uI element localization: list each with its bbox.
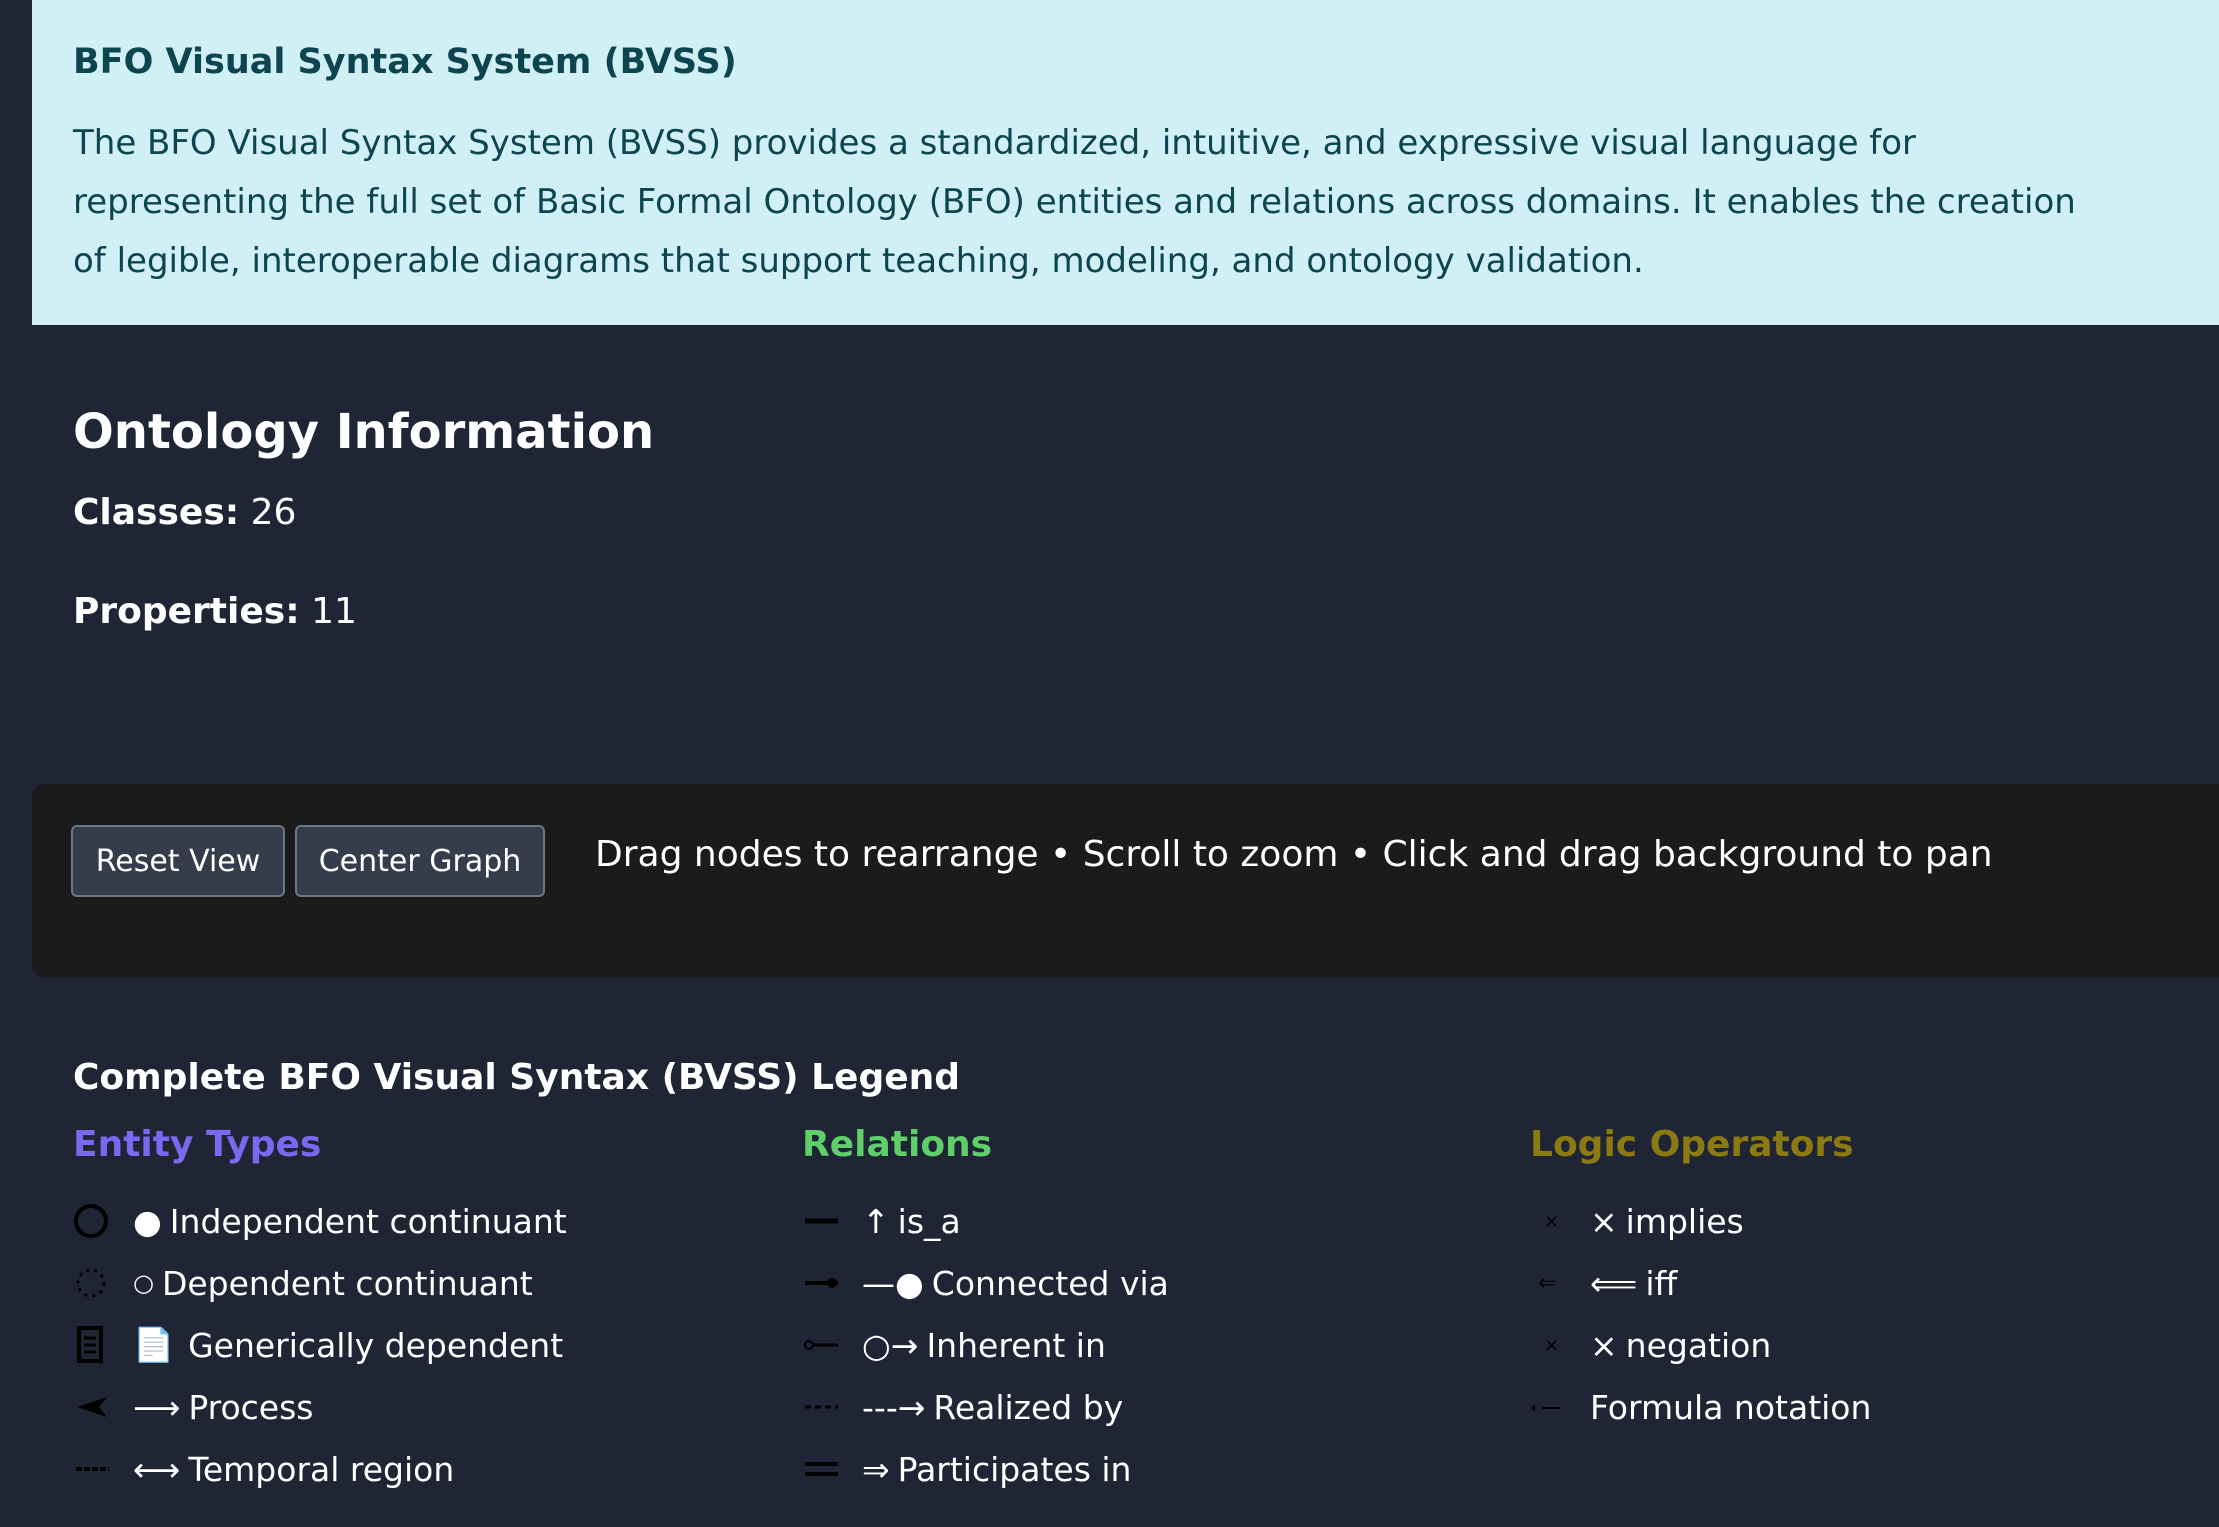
legend-label: negation — [1625, 1325, 1772, 1365]
circle-arrow-glyph: ○→ — [862, 1325, 919, 1365]
svg-text:×: × — [1544, 1211, 1559, 1232]
long-arrow-glyph: ⟶ — [133, 1387, 181, 1427]
bullet-glyph: ● — [133, 1201, 162, 1241]
info-banner: BFO Visual Syntax System (BVSS) The BFO … — [32, 0, 2219, 325]
left-double-arrow-glyph: ⟸ — [1590, 1263, 1638, 1303]
reset-view-button[interactable]: Reset View — [71, 825, 285, 897]
legend-item-dependent-continuant: ○ Dependent continuant — [73, 1261, 533, 1305]
arrowhead-icon — [73, 1387, 133, 1427]
svg-text:×: × — [1544, 1335, 1559, 1356]
legend-item-is-a: ↑ is_a — [802, 1199, 961, 1243]
legend-label: implies — [1625, 1201, 1744, 1241]
legend-label: Generically dependent — [188, 1325, 564, 1365]
legend-item-formula-notation: Formula notation — [1530, 1385, 1871, 1429]
line-dot-glyph: —● — [862, 1263, 924, 1303]
legend-item-iff: ⇐ ⟸ iff — [1530, 1261, 1677, 1305]
thick-line-icon — [802, 1201, 862, 1241]
ontology-info-title: Ontology Information — [73, 404, 655, 460]
graph-toolbar: Reset View Center Graph Drag nodes to re… — [32, 784, 2219, 977]
legend-label: Process — [188, 1387, 314, 1427]
info-title: BFO Visual Syntax System (BVSS) — [73, 42, 737, 82]
legend-label: Inherent in — [926, 1325, 1106, 1365]
legend-item-generically-dependent: 📄 Generically dependent — [73, 1323, 563, 1367]
double-arrow-glyph: ⟷ — [133, 1449, 181, 1489]
legend-label: Realized by — [933, 1387, 1124, 1427]
legend-label: Temporal region — [188, 1449, 455, 1489]
info-line: The BFO Visual Syntax System (BVSS) prov… — [73, 123, 1917, 163]
center-graph-button[interactable]: Center Graph — [295, 825, 545, 897]
implies-arrow-glyph: ⇒ — [862, 1449, 890, 1489]
legend-label: Formula notation — [1590, 1387, 1872, 1427]
dotted-circle-icon — [73, 1263, 133, 1303]
legend-item-inherent-in: ○→ Inherent in — [802, 1323, 1106, 1367]
info-description: The BFO Visual Syntax System (BVSS) prov… — [73, 114, 2219, 291]
classes-value: 26 — [250, 492, 297, 533]
up-arrow-glyph: ↑ — [862, 1201, 890, 1241]
legend-item-connected-via: —● Connected via — [802, 1261, 1169, 1305]
cross-icon: × — [1530, 1325, 1590, 1365]
cross-glyph: × — [1590, 1325, 1618, 1365]
legend-item-realized-by: ---→ Realized by — [802, 1385, 1123, 1429]
solid-circle-icon — [73, 1201, 133, 1241]
legend-label: Independent continuant — [169, 1201, 567, 1241]
legend-item-negation: × × negation — [1530, 1323, 1771, 1367]
legend-label: iff — [1645, 1263, 1678, 1303]
legend-item-process: ⟶ Process — [73, 1385, 314, 1429]
legend-label: Participates in — [897, 1449, 1132, 1489]
toolbar-hint: Drag nodes to rearrange • Scroll to zoom… — [595, 834, 1993, 875]
entity-types-title: Entity Types — [73, 1124, 322, 1165]
hollow-circle-glyph: ○ — [133, 1269, 154, 1297]
line-dot-icon — [802, 1263, 862, 1303]
legend-label: Dependent continuant — [161, 1263, 533, 1303]
relations-title: Relations — [802, 1124, 993, 1165]
classes-label: Classes: — [73, 492, 240, 533]
cross-glyph: × — [1590, 1201, 1618, 1241]
page-glyph: 📄 — [133, 1325, 175, 1364]
legend-item-temporal-region: ⟷ Temporal region — [73, 1447, 454, 1491]
logic-operators-title: Logic Operators — [1530, 1124, 1854, 1165]
info-line: representing the full set of Basic Forma… — [73, 182, 2076, 222]
formula-line-icon — [1530, 1387, 1590, 1427]
svg-text:⇐: ⇐ — [1538, 1271, 1556, 1296]
properties-label: Properties: — [73, 591, 300, 632]
legend-item-independent-continuant: ● Independent continuant — [73, 1199, 567, 1243]
classes-stat: Classes: 26 — [73, 492, 296, 533]
circle-line-icon — [802, 1325, 862, 1365]
legend-item-participates-in: ⇒ Participates in — [802, 1447, 1131, 1491]
properties-stat: Properties: 11 — [73, 591, 357, 632]
legend-item-implies: × × implies — [1530, 1199, 1744, 1243]
document-icon — [73, 1325, 133, 1365]
dashed-arrow-glyph: ---→ — [862, 1387, 926, 1427]
legend-title: Complete BFO Visual Syntax (BVSS) Legend — [73, 1057, 961, 1098]
double-line-icon — [802, 1449, 862, 1489]
cross-icon: × — [1530, 1201, 1590, 1241]
legend-label: is_a — [897, 1201, 961, 1241]
info-line: of legible, interoperable diagrams that … — [73, 241, 1644, 281]
dashed-line-icon — [73, 1449, 133, 1489]
left-double-arrow-icon: ⇐ — [1530, 1263, 1590, 1303]
dashed-line-icon — [802, 1387, 862, 1427]
properties-value: 11 — [311, 591, 357, 632]
legend-label: Connected via — [931, 1263, 1169, 1303]
